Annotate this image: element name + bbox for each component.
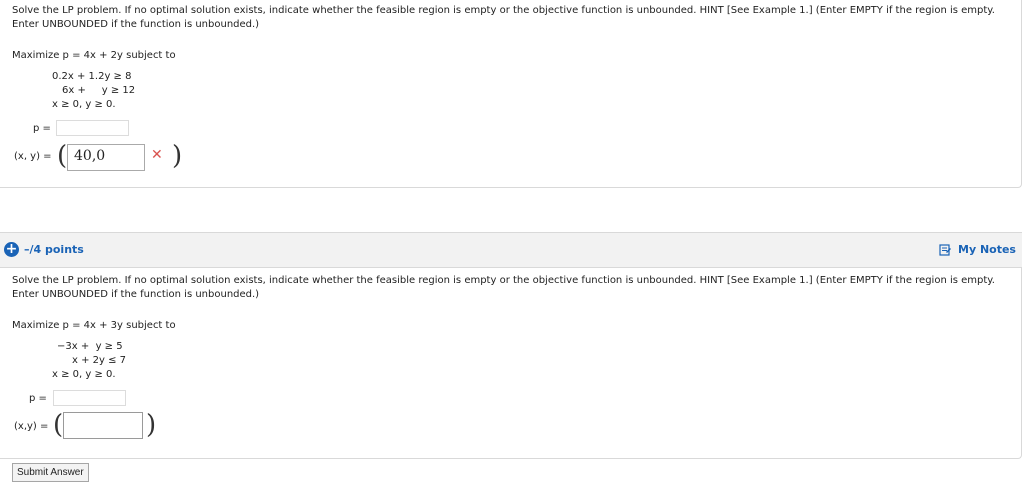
q1-instructions-line1: Solve the LP problem. If no optimal solu…	[12, 5, 995, 16]
q2-open-paren: (	[53, 410, 64, 440]
q2-constraint-3: x ≥ 0, y ≥ 0.	[52, 369, 116, 380]
plus-circle-icon[interactable]: +	[4, 242, 19, 257]
q2-instructions-line1: Solve the LP problem. If no optimal solu…	[12, 275, 995, 286]
q1-objective: Maximize p = 4x + 2y subject to	[12, 50, 176, 61]
q1-constraint-2: 6x + y ≥ 12	[62, 85, 136, 96]
q1-p-label: p =	[33, 123, 51, 134]
q2-close-paren: )	[146, 410, 157, 440]
q2-constraint-2: x + 2y ≤ 7	[72, 355, 127, 366]
q1-p-input[interactable]	[56, 120, 129, 136]
q2-instructions-line2: Enter UNBOUNDED if the function is unbou…	[12, 289, 260, 300]
q2-xy-label: (x,y) =	[14, 421, 49, 432]
submit-answer-button[interactable]: Submit Answer	[12, 463, 89, 482]
my-notes-link[interactable]: My Notes	[958, 243, 1016, 256]
q2-p-label: p =	[29, 393, 47, 404]
q1-instructions-line2: Enter UNBOUNDED if the function is unbou…	[12, 19, 260, 30]
x-mark-icon: ✕	[151, 147, 163, 163]
q1-constraint-3: x ≥ 0, y ≥ 0.	[52, 99, 116, 110]
q1-xy-input[interactable]: 40,0	[67, 144, 145, 171]
q1-close-paren: )	[172, 141, 183, 171]
q2-objective: Maximize p = 4x + 3y subject to	[12, 320, 176, 331]
notepad-icon[interactable]	[939, 244, 951, 259]
q1-open-paren: (	[57, 141, 68, 171]
q2-xy-input[interactable]	[63, 412, 143, 439]
q2-points: –/4 points	[24, 243, 84, 256]
q2-p-input[interactable]	[53, 390, 126, 406]
q1-xy-label: (x, y) =	[14, 151, 52, 162]
q1-constraint-1: 0.2x + 1.2y ≥ 8	[52, 71, 132, 82]
question-2-header	[0, 232, 1022, 268]
q2-constraint-1: −3x + y ≥ 5	[57, 341, 123, 352]
